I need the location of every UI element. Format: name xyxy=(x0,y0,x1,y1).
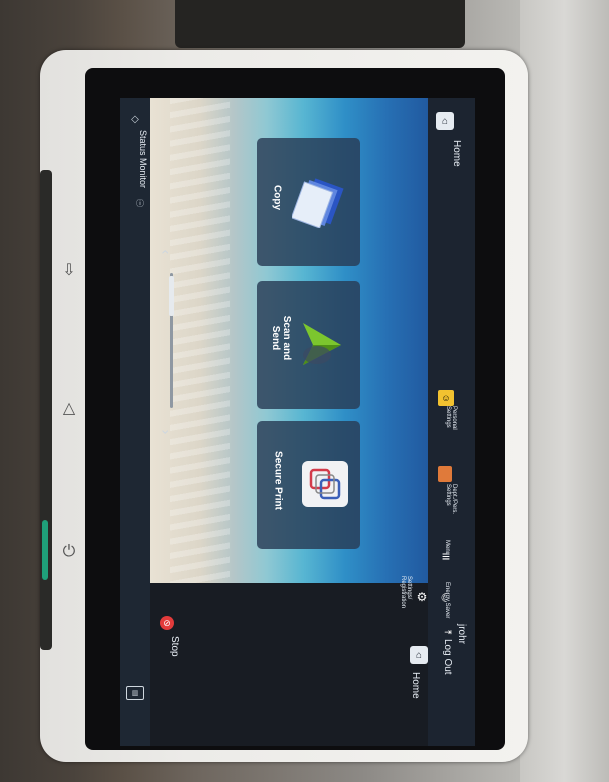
personal-settings-icon[interactable]: ☺ xyxy=(438,390,454,406)
stop-label[interactable]: Stop xyxy=(169,636,180,657)
copy-icon xyxy=(292,178,346,228)
tile-scan-send-label: Scan and Send xyxy=(270,315,292,361)
tile-secure-print-label: Secure Print xyxy=(272,451,284,510)
status-monitor-icon[interactable]: ◇ xyxy=(128,112,142,126)
home-button-label[interactable]: Home xyxy=(410,672,421,699)
keyboard-icon[interactable]: ▥ xyxy=(126,686,144,700)
scroll-up-chevron-icon[interactable]: ‹ xyxy=(158,250,174,255)
user-name: jrohr xyxy=(456,624,467,645)
menu-label[interactable]: Menu xyxy=(444,540,450,555)
home-icon[interactable]: ⌂ xyxy=(436,112,454,130)
home-button-icon[interactable]: ⌂ xyxy=(410,646,428,664)
status-strip xyxy=(120,98,150,746)
settings-gear-icon[interactable]: ⚙ xyxy=(415,590,429,604)
log-out-icon[interactable]: ⇥ xyxy=(442,626,454,638)
bottom-area xyxy=(150,583,428,746)
log-out-label[interactable]: Log Out xyxy=(442,639,453,675)
home-header-label: Home xyxy=(451,140,462,167)
info-icon[interactable]: ⓘ xyxy=(135,198,145,208)
wallpaper-waves xyxy=(170,98,230,583)
printer-body xyxy=(520,0,609,782)
dept-settings-icon[interactable] xyxy=(438,466,452,482)
energy-saver-label[interactable]: Energy Saver xyxy=(444,582,450,618)
scan-send-icon xyxy=(295,317,349,371)
tile-secure-print[interactable]: Secure Print xyxy=(257,421,360,549)
touch-screen: ◇ Status Monitor ⓘ ‹ › Copy Scan and Sen… xyxy=(120,98,475,746)
tile-copy[interactable]: Copy xyxy=(257,138,360,266)
stop-icon[interactable]: ⊘ xyxy=(160,616,174,630)
dept-settings-label[interactable]: Dept./Pers. Settings xyxy=(445,484,457,528)
printer-tray xyxy=(175,0,465,48)
power-icon[interactable]: ⏻ xyxy=(57,540,81,564)
tile-scan-and-send[interactable]: Scan and Send xyxy=(257,281,360,409)
tile-copy-label: Copy xyxy=(271,185,283,210)
slider-thumb[interactable] xyxy=(169,276,174,316)
scroll-down-chevron-icon[interactable]: › xyxy=(158,430,174,435)
warning-icon: △ xyxy=(62,400,76,417)
settings-registration-label[interactable]: Settings/ Registration xyxy=(400,576,412,616)
secure-print-icon xyxy=(302,461,348,507)
personal-settings-label[interactable]: Personal Settings xyxy=(445,406,457,446)
status-monitor-label[interactable]: Status Monitor xyxy=(138,130,148,188)
login-key-icon[interactable]: ⇩ xyxy=(57,258,81,282)
power-led xyxy=(42,520,48,580)
